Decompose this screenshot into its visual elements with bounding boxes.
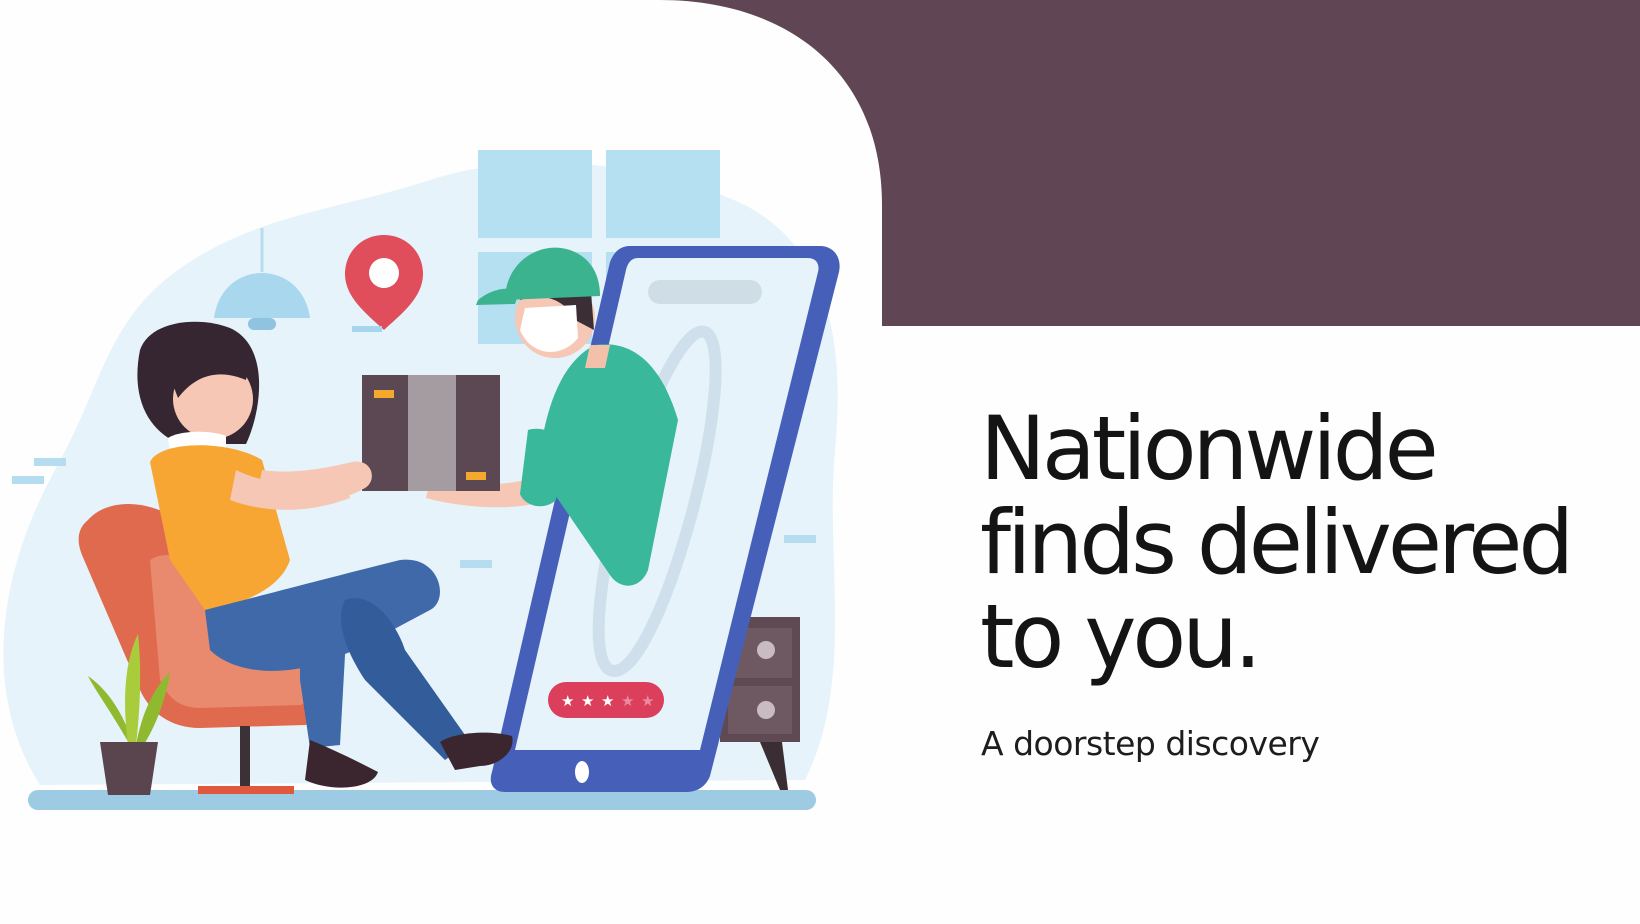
svg-text:★: ★	[601, 692, 614, 710]
headline-line: finds delivered	[980, 491, 1574, 594]
slide-headline: Nationwide finds delivered to you.	[980, 402, 1620, 684]
headline-line: to you.	[980, 585, 1262, 688]
svg-text:★: ★	[621, 692, 634, 710]
svg-text:★: ★	[581, 692, 594, 710]
parcel-box	[362, 375, 500, 491]
slide-subtitle: A doorstep discovery	[981, 724, 1320, 763]
delivery-illustration: ★ ★ ★ ★ ★	[3, 150, 840, 810]
slide: ★ ★ ★ ★ ★ Nationwide finds delivered to …	[0, 0, 1640, 924]
svg-text:★: ★	[641, 692, 654, 710]
star-icon: ★ ★ ★	[561, 692, 614, 710]
headline-line: Nationwide	[980, 397, 1439, 500]
svg-text:★: ★	[561, 692, 574, 710]
rating-badge: ★ ★ ★ ★ ★	[548, 682, 664, 718]
